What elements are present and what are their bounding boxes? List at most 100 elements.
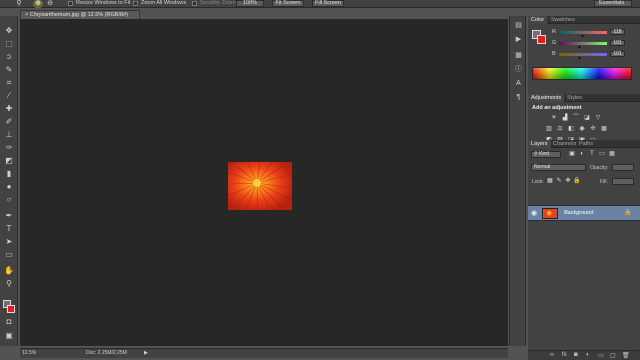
path-select-icon[interactable]: ➤ bbox=[3, 237, 15, 246]
tab-layers[interactable]: Layers bbox=[528, 140, 551, 148]
move-icon[interactable]: ✥ bbox=[3, 26, 15, 35]
brightness-contrast-icon[interactable]: ☀ bbox=[550, 115, 558, 122]
actual-pixels-button[interactable]: 100% bbox=[236, 0, 264, 7]
history-panel-icon[interactable]: ▤ bbox=[513, 20, 524, 31]
fit-screen-button[interactable]: Fit Screen bbox=[272, 0, 304, 7]
add-mask-icon[interactable]: ◙ bbox=[574, 352, 578, 358]
fill-screen-button[interactable]: Fill Screen bbox=[312, 0, 344, 7]
document-tab-title: Chrysanthemum.jpg @ 12.5% (RGB/8#) bbox=[29, 12, 128, 18]
brush-icon[interactable]: ✐ bbox=[3, 117, 15, 126]
zoom-level[interactable]: 12.5% bbox=[22, 349, 36, 358]
slider-r-thumb[interactable]: ▲ bbox=[580, 34, 585, 39]
scrubby-zoom-label: Scrubby Zoom bbox=[200, 0, 236, 6]
info-panel-icon[interactable]: ⓘ bbox=[513, 64, 524, 75]
tab-styles[interactable]: Styles bbox=[564, 94, 585, 102]
delete-layer-icon[interactable]: 🗑 bbox=[622, 352, 630, 359]
new-group-icon[interactable]: ▭ bbox=[598, 352, 604, 359]
vibrance-icon[interactable]: ▽ bbox=[594, 115, 602, 122]
zoom-icon[interactable]: ⚲ bbox=[3, 279, 15, 288]
filter-shape-icon[interactable]: ▭ bbox=[598, 151, 606, 158]
filter-pixel-icon[interactable]: ▣ bbox=[568, 151, 576, 158]
lock-transparent-icon[interactable]: ▦ bbox=[546, 178, 554, 185]
color-balance-icon[interactable]: ⚖ bbox=[556, 126, 564, 133]
chrysanthemum-image bbox=[228, 162, 292, 210]
hue-saturation-icon[interactable]: ▥ bbox=[545, 126, 553, 133]
pen-icon[interactable]: ✒ bbox=[3, 211, 15, 220]
slider-b-track[interactable] bbox=[559, 53, 607, 56]
quick-mask-icon[interactable]: ◘ bbox=[3, 317, 15, 326]
tab-channels[interactable]: Channels bbox=[550, 140, 579, 148]
opacity-input[interactable] bbox=[612, 164, 634, 171]
color-background-swatch[interactable] bbox=[537, 35, 546, 44]
tab-swatches[interactable]: Swatches bbox=[548, 16, 578, 24]
marquee-icon[interactable]: ⬚ bbox=[3, 39, 15, 48]
layer-filter-kind[interactable]: ⚲ Kind bbox=[531, 151, 561, 158]
clone-stamp-icon[interactable]: ⊥ bbox=[3, 130, 15, 139]
layer-row-background[interactable]: ◉ Background 🔒 bbox=[528, 205, 640, 221]
quick-select-icon[interactable]: ✎ bbox=[3, 65, 15, 74]
slider-r-value[interactable]: 118 bbox=[610, 29, 625, 35]
crop-icon[interactable]: ⌗ bbox=[3, 78, 15, 87]
background-color-swatch[interactable] bbox=[7, 305, 15, 313]
visibility-eye-icon[interactable]: ◉ bbox=[531, 209, 537, 217]
zoom-in-icon[interactable]: ⊕ bbox=[33, 0, 43, 8]
status-menu-arrow[interactable]: ▶ bbox=[144, 349, 148, 358]
eyedropper-icon[interactable]: ⁄ bbox=[3, 91, 15, 100]
document-tab[interactable]: × Chrysanthemum.jpg @ 12.5% (RGB/8#) bbox=[20, 10, 140, 19]
screen-mode-icon[interactable]: ▣ bbox=[3, 331, 15, 340]
slider-b-value[interactable]: 101 bbox=[610, 51, 625, 57]
levels-icon[interactable]: ▟ bbox=[561, 115, 569, 122]
layer-style-icon[interactable]: fx bbox=[562, 352, 567, 358]
character-panel-icon[interactable]: A bbox=[513, 78, 524, 89]
document-canvas[interactable] bbox=[20, 19, 508, 346]
slider-r-label: R bbox=[552, 29, 556, 35]
gradient-icon[interactable]: ▮ bbox=[3, 169, 15, 178]
workspace-switcher[interactable]: Essentials bbox=[594, 0, 632, 7]
channel-mixer-icon[interactable]: ✣ bbox=[589, 126, 597, 133]
zoom-out-icon[interactable]: ⊖ bbox=[45, 0, 55, 8]
tab-paths[interactable]: Paths bbox=[576, 140, 596, 148]
lasso-icon[interactable]: ↄ bbox=[3, 52, 15, 61]
lock-pixels-icon[interactable]: ✎ bbox=[555, 178, 563, 185]
adjustments-title: Add an adjustment bbox=[532, 105, 582, 111]
scrubby-zoom-checkbox[interactable] bbox=[192, 1, 197, 6]
properties-panel-icon[interactable]: ▦ bbox=[513, 50, 524, 61]
slider-g-value[interactable]: 101 bbox=[610, 40, 625, 46]
filter-smart-object-icon[interactable]: ▦ bbox=[608, 151, 616, 158]
tab-color[interactable]: Color bbox=[528, 16, 548, 24]
slider-g-track[interactable] bbox=[559, 42, 607, 45]
slider-b-thumb[interactable]: ▲ bbox=[577, 56, 582, 61]
exposure-icon[interactable]: ◪ bbox=[583, 115, 591, 122]
tools-panel: ✥ ⬚ ↄ ✎ ⌗ ⁄ ✚ ✐ ⊥ ✑ ◩ ▮ ● ○ ✒ T ➤ ▭ ✋ ⚲ … bbox=[0, 16, 18, 346]
slider-g-thumb[interactable]: ▲ bbox=[577, 45, 582, 50]
new-adjustment-layer-icon[interactable]: ◐ bbox=[586, 352, 590, 358]
color-lookup-icon[interactable]: ▦ bbox=[600, 126, 608, 133]
paragraph-panel-icon[interactable]: ¶ bbox=[513, 92, 524, 103]
tab-adjustments[interactable]: Adjustments bbox=[528, 94, 565, 102]
new-layer-icon[interactable]: ▢ bbox=[610, 352, 616, 359]
history-brush-icon[interactable]: ✑ bbox=[3, 143, 15, 152]
eraser-icon[interactable]: ◩ bbox=[3, 156, 15, 165]
hand-icon[interactable]: ✋ bbox=[3, 266, 15, 275]
filter-adjustment-icon[interactable]: ◐ bbox=[578, 151, 586, 158]
close-tab-icon[interactable]: × bbox=[25, 12, 28, 18]
color-spectrum-ramp[interactable] bbox=[532, 67, 632, 80]
curves-icon[interactable]: ⌒ bbox=[572, 115, 580, 122]
black-white-icon[interactable]: ◧ bbox=[567, 126, 575, 133]
blend-mode-select[interactable]: Normal bbox=[531, 164, 586, 171]
lock-all-icon[interactable]: 🔒 bbox=[573, 178, 581, 185]
filter-type-icon[interactable]: T bbox=[588, 151, 596, 158]
resize-windows-checkbox[interactable] bbox=[68, 1, 73, 6]
type-icon[interactable]: T bbox=[3, 224, 15, 233]
zoom-all-checkbox[interactable] bbox=[133, 1, 138, 6]
healing-brush-icon[interactable]: ✚ bbox=[3, 104, 15, 113]
zoom-tool-icon[interactable]: ⚲ bbox=[14, 0, 24, 8]
actions-panel-icon[interactable]: ▶ bbox=[513, 34, 524, 45]
fill-input[interactable] bbox=[612, 178, 634, 185]
lock-position-icon[interactable]: ✥ bbox=[564, 178, 572, 185]
photo-filter-icon[interactable]: ◉ bbox=[578, 126, 586, 133]
blur-icon[interactable]: ● bbox=[3, 182, 15, 191]
shape-icon[interactable]: ▭ bbox=[3, 250, 15, 259]
link-layers-icon[interactable]: ∞ bbox=[550, 352, 554, 358]
dodge-icon[interactable]: ○ bbox=[3, 195, 15, 204]
